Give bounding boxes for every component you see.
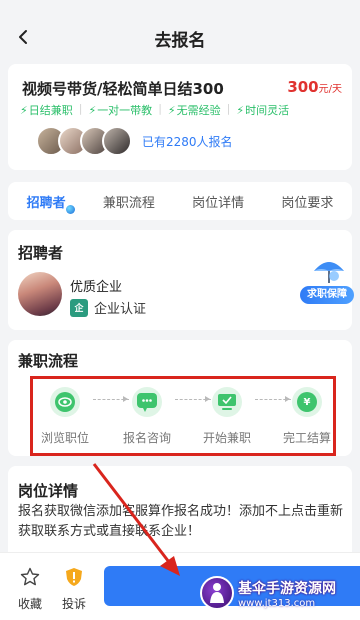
recruiter-title: 招聘者 [18,244,64,262]
bolt-icon: ⚡ [20,103,28,117]
job-summary-card: 视频号带货/轻松简单日结300 300元/天 ⚡ 日结兼职 | ⚡ 一对一带教 | … [8,64,352,170]
salary-unit: 元/天 [318,84,342,95]
job-tag: ⚡ 日结兼职 [20,103,73,118]
bolt-icon: ⚡ [167,103,176,117]
applicant-count: 已有2280人报名 [142,134,233,149]
process-step-browse: 浏览职位 [35,387,95,446]
process-step-settle: ¥ 完工结算 [277,387,337,446]
job-tags: ⚡ 日结兼职 | ⚡ 一对一带教 | ⚡ 无需经验 | ⚡ 时间灵活 [20,102,289,118]
page-title: 去报名 [154,30,206,51]
details-text: 报名获取微信添加客服算作报名成功！添加不上点击重新获取联系方式或直接联系企业！ [18,504,344,539]
company-avatar[interactable] [18,272,62,316]
certification: 企 企业认证 [70,298,146,317]
site-watermark: 基伞手游资源网 www.jt313.com [200,566,360,620]
tag-divider: | [78,102,83,115]
active-dot [65,204,75,214]
chat-icon [132,387,162,417]
guarantee-label: 求职保障 [300,286,354,304]
tab-details[interactable]: 岗位详情 [192,192,244,211]
umbrella-icon [314,262,344,283]
job-tag: ⚡ 一对一带教 [88,103,153,118]
job-title: 视频号带货/轻松简单日结300 [22,80,224,98]
salary-amount: 300 [287,78,319,96]
star-icon [20,567,40,586]
annotation-highlight-box: 浏览职位 报名咨询 开始兼职 ¥ 完工结算 [30,376,336,456]
tab-recruiter[interactable]: 招聘者 [27,192,75,214]
cert-label: 企业认证 [94,302,147,317]
eye-icon [50,387,80,417]
monitor-icon [212,387,242,417]
process-step-consult: 报名咨询 [117,387,177,446]
bolt-icon: ⚡ [236,103,245,117]
bolt-icon: ⚡ [88,103,97,117]
yen-icon: ¥ [292,387,322,417]
salary: 300元/天 [287,78,342,96]
process-title: 兼职流程 [18,352,79,370]
company-name[interactable]: 优质企业 [70,276,122,295]
details-title: 岗位详情 [18,482,79,500]
enterprise-cert-icon: 企 [70,298,88,317]
tab-process[interactable]: 兼职流程 [103,192,155,211]
watermark-title: 基伞手游资源网 [238,580,336,597]
process-section: 兼职流程 浏览职位 报名咨询 开始兼职 ¥ 完工结算 [8,340,352,456]
job-tag: ⚡ 时间灵活 [236,103,290,118]
shield-alert-icon [66,568,82,586]
applicants-row: 已有2280人报名 [36,126,233,156]
watermark-url: www.jt313.com [238,597,316,609]
tag-divider: | [158,102,162,115]
job-tag: ⚡ 无需经验 [167,103,221,118]
back-arrow-icon[interactable] [14,28,32,46]
favorite-button[interactable]: 收藏 [14,567,46,612]
applicant-avatar [102,126,132,156]
job-guarantee-badge[interactable]: 求职保障 [300,256,356,314]
tab-requirements[interactable]: 岗位要求 [281,192,333,211]
tag-divider: | [226,102,231,115]
report-button[interactable]: 投诉 [58,567,90,612]
recruiter-section: 招聘者 优质企业 企 企业认证 求职保障 [8,230,354,330]
process-step-start: 开始兼职 [197,387,257,446]
watermark-logo-icon [200,576,234,610]
section-tabs: 招聘者 兼职流程 岗位详情 岗位要求 [8,182,352,220]
details-section: 岗位详情 报名获取微信添加客服算作报名成功！添加不上点击重新获取联系方式或直接联… [8,466,352,566]
top-bar: 去报名 [0,0,360,72]
